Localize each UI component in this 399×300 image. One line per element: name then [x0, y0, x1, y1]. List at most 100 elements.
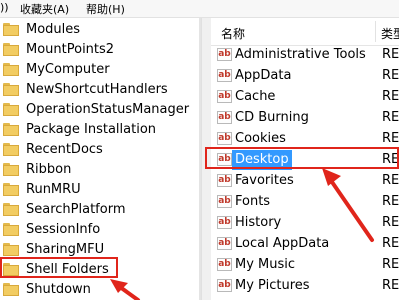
value-type: REG [382, 89, 399, 104]
tree-item-mountpoints2[interactable]: MountPoints2 [0, 40, 200, 60]
folder-icon [3, 83, 20, 97]
folder-icon [3, 243, 20, 257]
tree-item-label: SharingMFU [26, 242, 105, 257]
string-value-icon: ab [217, 216, 232, 229]
value-type: REG [382, 110, 399, 125]
tree-item-label: MyComputer [26, 62, 110, 77]
tree-item-searchplatform[interactable]: SearchPlatform [0, 200, 200, 220]
value-type: REG [382, 257, 399, 272]
value-row-history[interactable]: ab History REG [211, 213, 399, 233]
column-header-name[interactable]: 名称 [221, 25, 245, 42]
registry-value-list: 名称 类型 ab Administrative Tools REG ab App… [211, 18, 399, 300]
value-name: Administrative Tools [235, 47, 366, 62]
value-type: REG [382, 47, 399, 62]
string-value-icon: ab [217, 258, 232, 271]
tree-item-label: Shutdown [26, 282, 91, 297]
column-separator[interactable] [375, 21, 376, 42]
value-name: My Pictures [235, 278, 310, 293]
value-name: Fonts [235, 194, 271, 209]
folder-icon [3, 183, 20, 197]
tree-item-label: RunMRU [26, 182, 81, 197]
tree-item-runmru[interactable]: RunMRU [0, 180, 200, 200]
folder-icon [3, 163, 20, 177]
string-value-icon: ab [217, 69, 232, 82]
tree-item-mycomputer[interactable]: MyComputer [0, 60, 200, 80]
tree-item-label: MountPoints2 [26, 42, 115, 57]
menu-item-favorites[interactable]: 收藏夹(A) [20, 1, 69, 17]
tree-item-label: OperationStatusManager [26, 102, 190, 117]
value-row-appdata[interactable]: ab AppData REG [211, 66, 399, 86]
string-value-icon: ab [217, 279, 232, 292]
value-row-cookies[interactable]: ab Cookies REG [211, 129, 399, 149]
value-row-my-pictures[interactable]: ab My Pictures REG [211, 276, 399, 296]
tree-item-label: NewShortcutHandlers [26, 82, 168, 97]
tree-item-newshortcuthandlers[interactable]: NewShortcutHandlers [0, 80, 200, 100]
value-name: My Music [235, 257, 296, 272]
value-name: Favorites [235, 173, 294, 188]
value-row-desktop[interactable]: ab Desktop REG [211, 150, 399, 170]
tree-item-label: RecentDocs [26, 142, 103, 157]
menu-item-help[interactable]: 帮助(H) [86, 1, 125, 17]
value-type: REG [382, 173, 399, 188]
value-row-fonts[interactable]: ab Fonts REG [211, 192, 399, 212]
tree-item-label: Ribbon [26, 162, 72, 177]
value-row-administrative-tools[interactable]: ab Administrative Tools REG [211, 45, 399, 65]
tree-item-label: Shell Folders [26, 262, 109, 277]
value-type: REG [382, 215, 399, 230]
value-name: AppData [235, 68, 292, 83]
tree-item-label: Modules [26, 22, 81, 37]
string-value-icon: ab [217, 90, 232, 103]
folder-icon [3, 63, 20, 77]
folder-icon [3, 223, 20, 237]
tree-item-label: SessionInfo [26, 222, 101, 237]
value-type: REG [382, 278, 399, 293]
tree-item-package-installation[interactable]: Package Installation [0, 120, 200, 140]
list-header: 名称 类型 [211, 18, 399, 46]
tree-item-ribbon[interactable]: Ribbon [0, 160, 200, 180]
value-row-favorites[interactable]: ab Favorites REG [211, 171, 399, 191]
tree-item-modules[interactable]: Modules [0, 20, 200, 40]
folder-icon [3, 203, 20, 217]
value-name-selected: Desktop [232, 150, 292, 170]
value-row-cd-burning[interactable]: ab CD Burning REG [211, 108, 399, 128]
string-value-icon: ab [217, 237, 232, 250]
value-row-cache[interactable]: ab Cache REG [211, 87, 399, 107]
column-header-type[interactable]: 类型 [381, 25, 399, 42]
menu-bar: )) 收藏夹(A) 帮助(H) [0, 0, 399, 18]
folder-icon [3, 43, 20, 57]
tree-item-recentdocs[interactable]: RecentDocs [0, 140, 200, 160]
value-name: CD Burning [235, 110, 309, 125]
string-value-icon: ab [217, 132, 232, 145]
value-type: REG [382, 236, 399, 251]
folder-icon [3, 143, 20, 157]
folder-icon [3, 103, 20, 117]
value-type: REG [382, 131, 399, 146]
value-row-my-music[interactable]: ab My Music REG [211, 255, 399, 275]
string-value-icon: ab [217, 195, 232, 208]
value-type: REG [382, 152, 399, 167]
value-type: REG [382, 68, 399, 83]
string-value-icon: ab [217, 174, 232, 187]
registry-key-tree: Modules MountPoints2 MyComputer NewShort… [0, 18, 200, 300]
tree-item-operationstatusmanager[interactable]: OperationStatusManager [0, 100, 200, 120]
value-row-local-appdata[interactable]: ab Local AppData REG [211, 234, 399, 254]
tree-item-sharingmfu[interactable]: SharingMFU [0, 240, 200, 260]
string-value-icon: ab [217, 153, 232, 166]
tree-item-label: SearchPlatform [26, 202, 126, 217]
folder-icon [3, 283, 20, 297]
tree-item-label: Package Installation [26, 122, 157, 137]
value-name: Cookies [235, 131, 286, 146]
value-name: Local AppData [235, 236, 330, 251]
string-value-icon: ab [217, 48, 232, 61]
string-value-icon: ab [217, 111, 232, 124]
tree-item-shutdown[interactable]: Shutdown [0, 280, 200, 300]
tree-item-shell-folders[interactable]: Shell Folders [0, 260, 200, 280]
value-name: Cache [235, 89, 276, 104]
value-type: REG [382, 194, 399, 209]
folder-icon [3, 23, 20, 37]
folder-icon [3, 263, 20, 277]
folder-icon [3, 123, 20, 137]
value-name: History [235, 215, 282, 230]
tree-item-sessioninfo[interactable]: SessionInfo [0, 220, 200, 240]
menu-item-partial[interactable]: )) [0, 1, 9, 14]
